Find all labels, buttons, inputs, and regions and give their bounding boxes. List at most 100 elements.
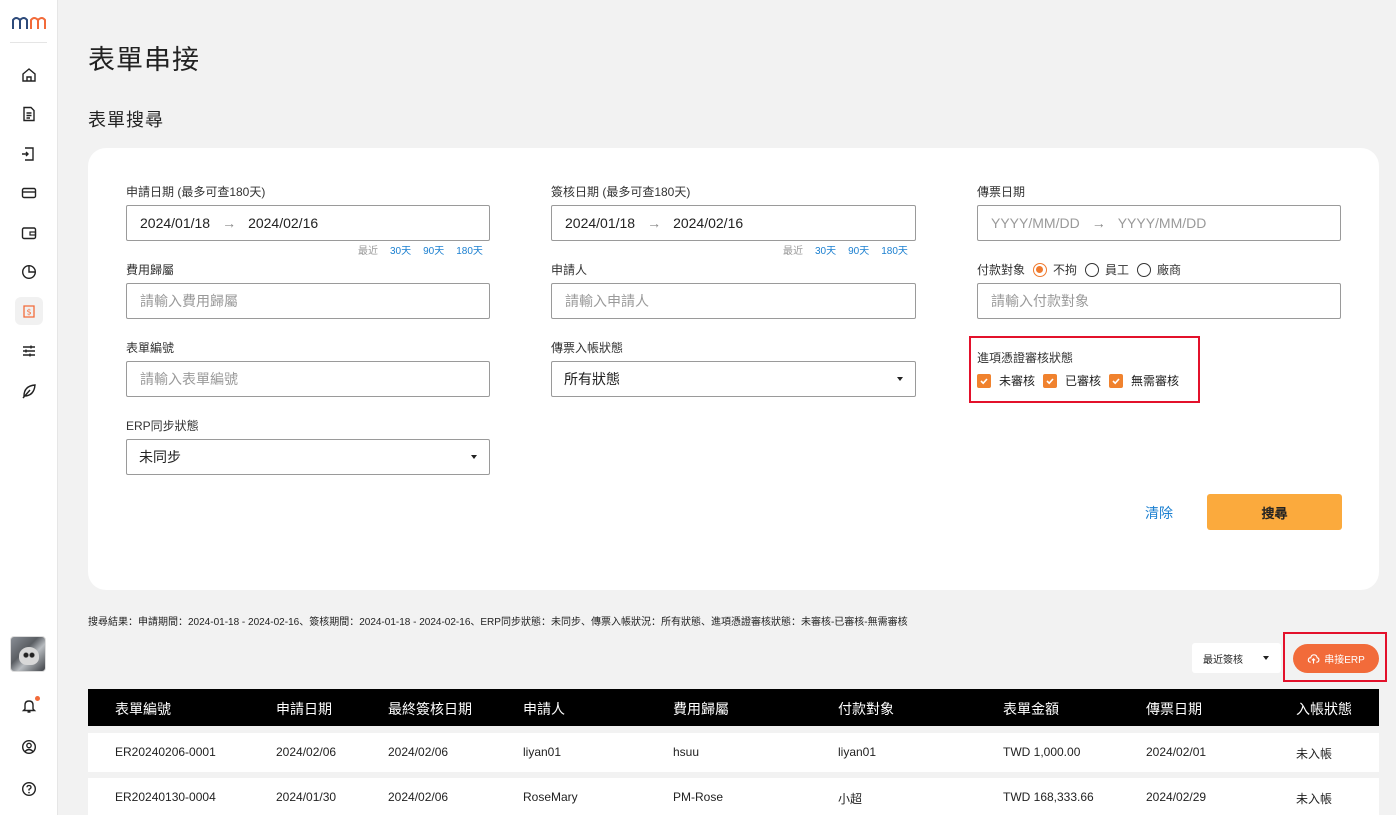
quick-range-30[interactable]: 30天 [815,242,836,257]
search-card: 申請日期 (最多可查180天) 2024/01/18 → 2024/02/16 … [88,148,1379,590]
document-icon[interactable] [15,100,43,128]
cell-amount: TWD 1,000.00 [1003,745,1081,759]
cell-form-no[interactable]: ER20240130-0004 [115,790,216,804]
cell-final-sign-date: 2024/02/06 [388,745,449,759]
form-no-input[interactable]: 請輸入表單編號 [126,361,490,397]
review-option-not-required[interactable]: 無需審核 [1109,372,1179,389]
arrow-right-icon: → [1091,215,1106,231]
help-icon[interactable] [15,775,43,803]
table-row[interactable]: ER20240130-0004 2024/01/30 2024/02/06 Ro… [88,778,1379,815]
apply-date-start[interactable]: 2024/01/18 [140,215,210,231]
leaf-icon[interactable] [15,377,43,405]
cell-applicant: liyan01 [523,745,562,759]
voucher-status-label: 傳票入帳狀態 [551,341,624,355]
quick-range-label: 最近 [783,246,803,257]
quick-range-30[interactable]: 30天 [390,242,411,257]
col-header-final-sign-date[interactable]: 最終簽核日期 [388,699,472,719]
section-title: 表單搜尋 [88,110,164,130]
voucher-date-end[interactable]: YYYY/MM/DD [1118,215,1207,231]
cell-expense-owner: hsuu [673,745,700,759]
checkbox-checked[interactable] [1109,373,1124,388]
checkbox-checked[interactable] [977,373,991,388]
applicant-input[interactable]: 請輸入申請人 [551,283,916,319]
bell-icon[interactable] [15,692,43,720]
cell-voucher-date: 2024/02/29 [1146,790,1207,804]
expense-owner-input[interactable]: 請輸入費用歸屬 [126,283,490,319]
expense-owner-label: 費用歸屬 [126,263,175,277]
sliders-icon[interactable] [15,337,43,365]
connect-erp-button[interactable]: 串接ERP [1293,644,1379,673]
quick-range-180[interactable]: 180天 [881,242,908,257]
caret-down-icon [897,377,903,381]
notification-dot [35,696,40,701]
voucher-status-select[interactable]: 所有狀態 [551,361,916,397]
review-option-reviewed[interactable]: 已審核 [1043,372,1101,389]
home-icon[interactable] [15,61,43,89]
logo-divider [10,42,47,43]
col-header-payee[interactable]: 付款對象 [838,699,894,719]
avatar[interactable] [10,636,46,672]
sign-date-range-input[interactable]: 2024/01/18 → 2024/02/16 [551,205,916,241]
quick-range-180[interactable]: 180天 [456,242,483,257]
cell-posting-status: 未入帳 [1296,792,1333,806]
arrow-right-icon: → [222,215,237,231]
erp-status-select[interactable]: 未同步 [126,439,490,475]
review-option-label: 無需審核 [1131,374,1180,388]
page-title: 表單串接 [88,45,200,75]
wallet-icon[interactable] [15,219,43,247]
review-status-label: 進項憑證審核狀態 [977,351,1074,365]
payee-input[interactable]: 請輸入付款對象 [977,283,1341,319]
cell-apply-date: 2024/01/30 [276,790,337,804]
payee-option-any[interactable]: 不拘 [1033,261,1077,278]
sign-date-end[interactable]: 2024/02/16 [673,215,743,231]
pie-chart-icon[interactable] [15,258,43,286]
sign-date-start[interactable]: 2024/01/18 [565,215,635,231]
payee-option-employee[interactable]: 員工 [1085,261,1129,278]
apply-date-range-input[interactable]: 2024/01/18 → 2024/02/16 [126,205,490,241]
voucher-date-start[interactable]: YYYY/MM/DD [991,215,1080,231]
form-transfer-icon[interactable] [15,140,43,168]
card-icon[interactable] [15,179,43,207]
checkbox-checked[interactable] [1043,373,1058,388]
cell-expense-owner: PM-Rose [673,790,724,804]
expense-owner-placeholder: 請輸入費用歸屬 [140,293,238,309]
mm-logo[interactable] [12,14,46,32]
voucher-date-label: 傳票日期 [977,185,1026,199]
radio-unselected[interactable] [1137,262,1152,277]
sidebar: $ [0,0,58,815]
apply-date-end[interactable]: 2024/02/16 [248,215,318,231]
payee-option-vendor[interactable]: 廠商 [1137,261,1181,278]
search-button[interactable]: 搜尋 [1207,494,1342,530]
cell-form-no[interactable]: ER20240206-0001 [115,745,216,759]
voucher-date-range-input[interactable]: YYYY/MM/DD → YYYY/MM/DD [977,205,1341,241]
payee-option-label: 員工 [1105,263,1130,277]
quick-range-90[interactable]: 90天 [423,242,444,257]
cell-posting-status: 未入帳 [1296,747,1333,761]
col-header-posting-status[interactable]: 入帳狀態 [1296,699,1352,719]
sort-select[interactable]: 最近簽核 [1192,643,1281,673]
col-header-amount[interactable]: 表單金額 [1003,699,1059,719]
arrow-right-icon: → [647,215,662,231]
cell-amount: TWD 168,333.66 [1003,790,1094,804]
user-circle-icon[interactable] [15,733,43,761]
col-header-apply-date[interactable]: 申請日期 [276,699,332,719]
col-header-applicant[interactable]: 申請人 [523,699,565,719]
clear-button[interactable]: 清除 [1145,503,1173,523]
cell-final-sign-date: 2024/02/06 [388,790,449,804]
col-header-form-no[interactable]: 表單編號 [115,699,171,719]
quick-range-90[interactable]: 90天 [848,242,869,257]
col-header-expense-owner[interactable]: 費用歸屬 [673,699,729,719]
review-option-label: 未審核 [999,374,1036,388]
voucher-status-value: 所有狀態 [564,371,620,387]
table-row[interactable]: ER20240206-0001 2024/02/06 2024/02/06 li… [88,733,1379,772]
col-header-voucher-date[interactable]: 傳票日期 [1146,699,1202,719]
sort-value: 最近簽核 [1203,654,1243,666]
erp-status-label: ERP同步狀態 [126,419,199,433]
money-sync-icon[interactable]: $ [15,297,43,325]
review-option-unreviewed[interactable]: 未審核 [977,372,1035,389]
caret-down-icon [1263,656,1269,660]
quick-range-label: 最近 [358,246,378,257]
radio-unselected[interactable] [1085,262,1100,277]
review-option-label: 已審核 [1065,374,1102,388]
radio-selected[interactable] [1033,262,1048,277]
